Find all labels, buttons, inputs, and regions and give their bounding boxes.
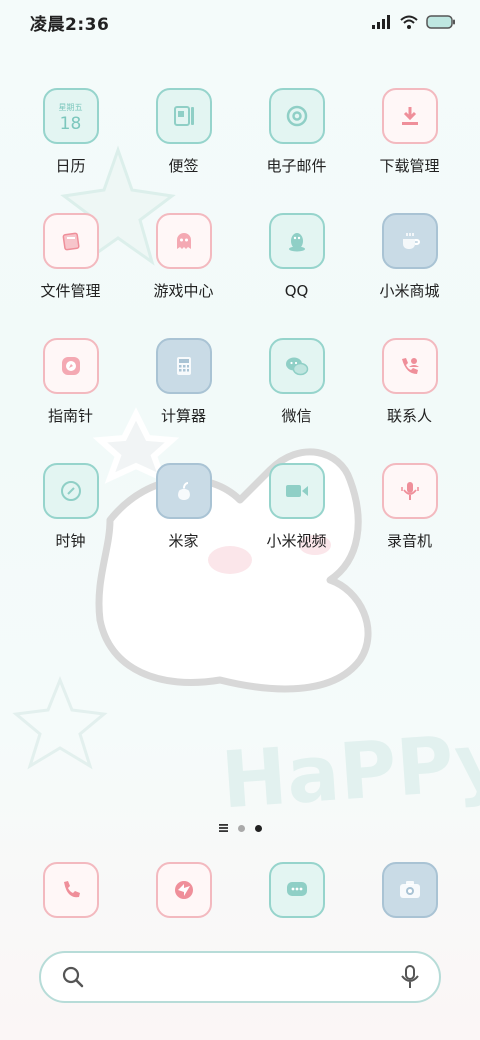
dock <box>14 862 466 922</box>
app-qq[interactable]: QQ <box>240 213 353 323</box>
qq-penguin-icon[interactable] <box>268 213 325 269</box>
phone-icon[interactable] <box>42 862 99 918</box>
wallpaper-happy-text: HaPPy! <box>219 714 480 826</box>
video-camera-icon[interactable] <box>268 463 325 519</box>
dock-messages[interactable] <box>240 862 353 922</box>
game-ghost-icon[interactable] <box>155 213 212 269</box>
search-input[interactable] <box>97 968 387 986</box>
app-download-manager[interactable]: 下载管理 <box>353 88 466 198</box>
app-label: 计算器 <box>160 407 206 425</box>
battery-icon <box>426 15 455 29</box>
camera-icon[interactable] <box>381 862 438 918</box>
dock-camera[interactable] <box>353 862 466 922</box>
app-file-manager[interactable]: 文件管理 <box>14 213 127 323</box>
app-label: 微信 <box>281 407 312 425</box>
wifi-icon <box>400 15 418 29</box>
app-grid: 星期五 18 日历 便签 电子邮件 下载管理 文件管理 游戏中心 QQ 小米商城… <box>14 88 466 573</box>
page-list-icon[interactable] <box>218 824 228 832</box>
app-label: 日历 <box>55 157 86 175</box>
status-bar: 凌晨2:36 <box>0 0 480 44</box>
wallpaper-star-bottom <box>12 675 108 770</box>
calendar-day: 18 <box>59 114 82 134</box>
app-compass[interactable]: 指南针 <box>14 338 127 448</box>
app-email[interactable]: 电子邮件 <box>240 88 353 198</box>
mijia-icon[interactable] <box>155 463 212 519</box>
app-label: 时钟 <box>55 532 86 550</box>
app-mijia[interactable]: 米家 <box>127 463 240 573</box>
search-bar[interactable] <box>39 951 441 1003</box>
folder-icon[interactable] <box>42 213 99 269</box>
app-mi-video[interactable]: 小米视频 <box>240 463 353 573</box>
page-indicator[interactable] <box>0 824 480 832</box>
browser-icon[interactable] <box>155 862 212 918</box>
page-dot[interactable] <box>237 824 245 832</box>
download-icon[interactable] <box>381 88 438 144</box>
app-notes[interactable]: 便签 <box>127 88 240 198</box>
signal-icon <box>372 15 390 29</box>
app-label: 下载管理 <box>379 157 440 175</box>
status-time: 凌晨2:36 <box>30 14 110 35</box>
app-game-center[interactable]: 游戏中心 <box>127 213 240 323</box>
app-calendar[interactable]: 星期五 18 日历 <box>14 88 127 198</box>
app-label: 文件管理 <box>40 282 101 300</box>
app-label: 米家 <box>168 532 199 550</box>
contacts-icon[interactable] <box>381 338 438 394</box>
app-recorder[interactable]: 录音机 <box>353 463 466 573</box>
compass-icon[interactable] <box>42 338 99 394</box>
email-icon[interactable] <box>268 88 325 144</box>
wechat-icon[interactable] <box>268 338 325 394</box>
app-label: 小米商城 <box>379 282 440 300</box>
app-label: 录音机 <box>386 532 432 550</box>
clock-icon[interactable] <box>42 463 99 519</box>
search-icon[interactable] <box>61 965 85 989</box>
page-dot-active[interactable] <box>254 824 262 832</box>
app-label: 电子邮件 <box>266 157 327 175</box>
app-label: 指南针 <box>47 407 93 425</box>
microphone-search-icon[interactable] <box>399 964 421 990</box>
status-icons <box>372 15 456 29</box>
app-label: 便签 <box>168 157 199 175</box>
coffee-cup-icon[interactable] <box>381 213 438 269</box>
app-contacts[interactable]: 联系人 <box>353 338 466 448</box>
microphone-icon[interactable] <box>381 463 438 519</box>
calendar-icon[interactable]: 星期五 18 <box>42 88 99 144</box>
calculator-icon[interactable] <box>155 338 212 394</box>
app-wechat[interactable]: 微信 <box>240 338 353 448</box>
notes-icon[interactable] <box>155 88 212 144</box>
app-clock[interactable]: 时钟 <box>14 463 127 573</box>
message-icon[interactable] <box>268 862 325 918</box>
dock-phone[interactable] <box>14 862 127 922</box>
app-label: 游戏中心 <box>153 282 214 300</box>
app-mi-store[interactable]: 小米商城 <box>353 213 466 323</box>
app-label: QQ <box>284 282 309 300</box>
app-calculator[interactable]: 计算器 <box>127 338 240 448</box>
calendar-weekday: 星期五 <box>58 103 83 112</box>
app-label: 联系人 <box>386 407 432 425</box>
dock-browser[interactable] <box>127 862 240 922</box>
app-label: 小米视频 <box>266 532 327 550</box>
